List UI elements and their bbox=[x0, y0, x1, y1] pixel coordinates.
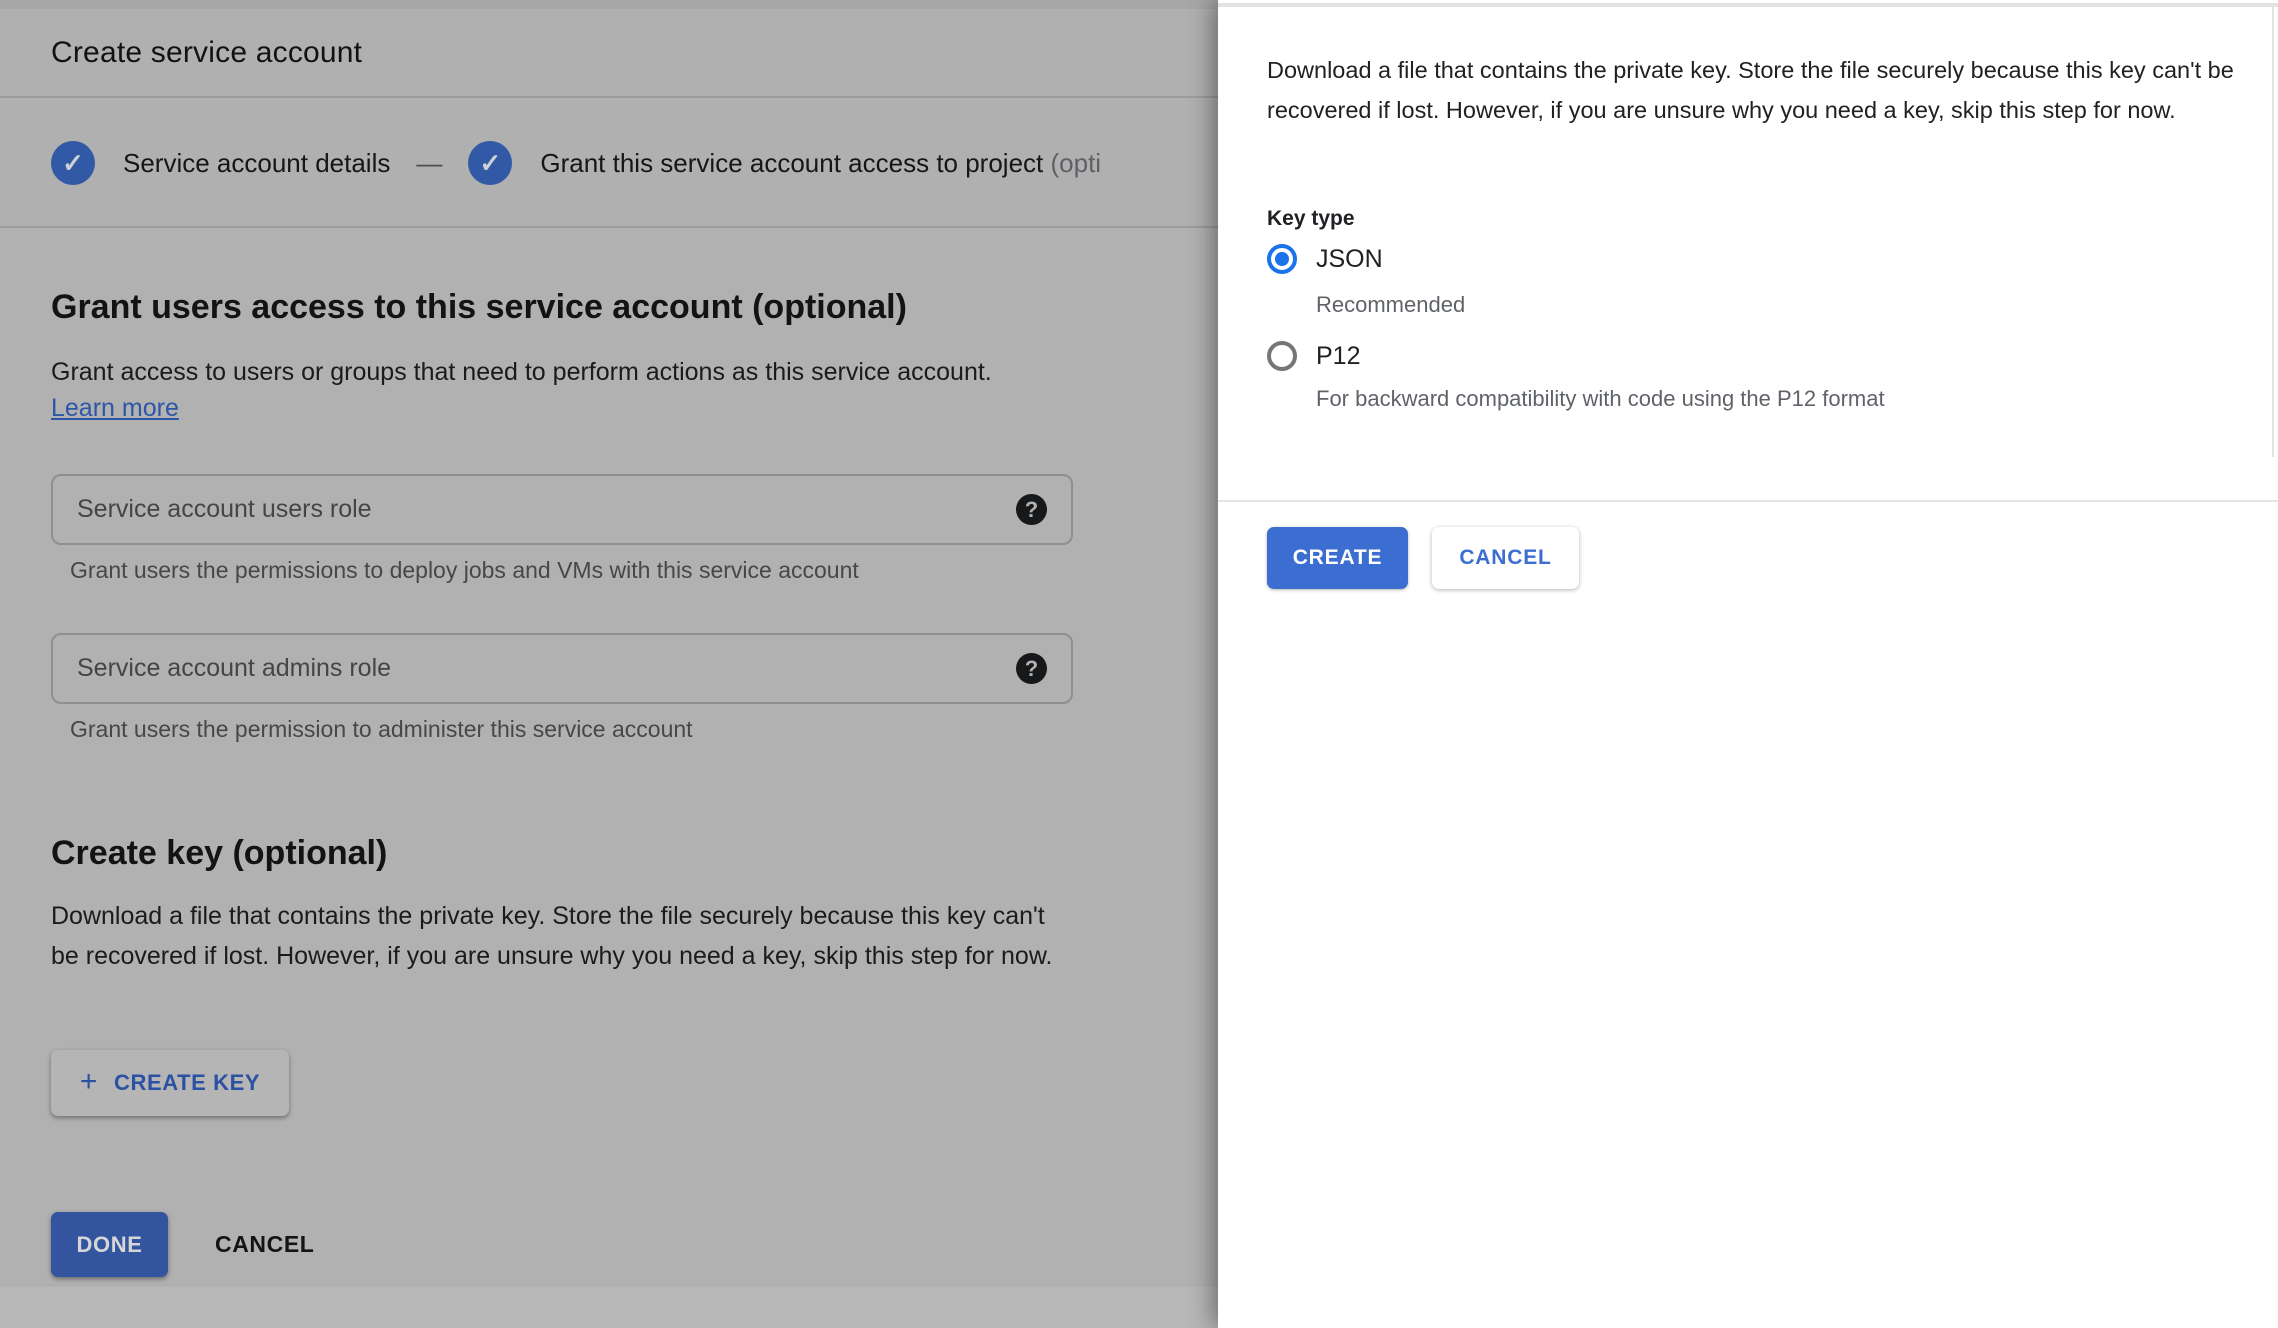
step-grant-access-to-project[interactable]: ✓ Grant this service account access to p… bbox=[468, 141, 1101, 185]
radio-option-p12[interactable]: P12 bbox=[1267, 341, 1360, 371]
create-button-label: CREATE bbox=[1293, 546, 1383, 570]
create-button[interactable]: CREATE bbox=[1267, 527, 1408, 589]
create-key-button[interactable]: + CREATE KEY bbox=[51, 1050, 289, 1116]
key-description: Download a file that contains the privat… bbox=[1267, 50, 2269, 130]
radio-dot bbox=[1275, 252, 1289, 266]
page-bottom-strip bbox=[0, 1285, 1218, 1328]
radio-label-json: JSON bbox=[1316, 245, 1383, 274]
step-complete-icon: ✓ bbox=[51, 141, 95, 185]
panel-cancel-button[interactable]: CANCEL bbox=[1432, 527, 1579, 589]
page-title: Create service account bbox=[51, 36, 362, 70]
create-service-account-screen: Create service account ✓ Service account… bbox=[0, 0, 2278, 1328]
step-complete-icon: ✓ bbox=[468, 141, 512, 185]
create-key-side-panel: Download a file that contains the privat… bbox=[1218, 0, 2278, 1328]
field-placeholder: Service account admins role bbox=[77, 654, 1016, 683]
create-service-account-page-dimmed: Create service account ✓ Service account… bbox=[0, 0, 1218, 1328]
radio-label-p12: P12 bbox=[1316, 342, 1360, 371]
service-account-users-role-field[interactable]: Service account users role ? bbox=[51, 474, 1073, 545]
done-button[interactable]: DONE bbox=[51, 1212, 168, 1277]
service-account-admins-role-field[interactable]: Service account admins role ? bbox=[51, 633, 1073, 704]
radio-unselected-icon[interactable] bbox=[1267, 341, 1297, 371]
grant-users-description: Grant access to users or groups that nee… bbox=[51, 352, 1061, 392]
top-band bbox=[0, 0, 1218, 9]
json-option-description: Recommended bbox=[1316, 292, 1465, 318]
admins-role-helper-text: Grant users the permission to administer… bbox=[70, 716, 693, 743]
panel-top-divider bbox=[1218, 3, 2278, 7]
create-key-heading: Create key (optional) bbox=[51, 834, 387, 873]
step-connector: — bbox=[416, 148, 442, 179]
page-cancel-button[interactable]: CANCEL bbox=[215, 1212, 314, 1277]
check-icon: ✓ bbox=[479, 148, 501, 179]
users-role-helper-text: Grant users the permissions to deploy jo… bbox=[70, 557, 859, 584]
plus-icon: + bbox=[80, 1065, 98, 1099]
stepper: ✓ Service account details — ✓ Grant this… bbox=[0, 100, 1218, 228]
done-button-label: DONE bbox=[77, 1232, 143, 1258]
learn-more-link[interactable]: Learn more bbox=[51, 394, 179, 423]
p12-option-description: For backward compatibility with code usi… bbox=[1316, 386, 1885, 412]
panel-scrollbar-track[interactable] bbox=[2272, 7, 2274, 457]
create-key-button-label: CREATE KEY bbox=[114, 1070, 260, 1096]
step-label-clipped-suffix: (opti bbox=[1051, 148, 1102, 178]
key-type-label: Key type bbox=[1267, 207, 1355, 231]
help-icon[interactable]: ? bbox=[1016, 494, 1047, 525]
step-label: Grant this service account access to pro… bbox=[540, 148, 1101, 179]
grant-users-heading: Grant users access to this service accou… bbox=[51, 288, 907, 327]
step-label: Service account details bbox=[123, 148, 390, 179]
create-key-description: Download a file that contains the privat… bbox=[51, 896, 1056, 976]
radio-selected-icon[interactable] bbox=[1267, 244, 1297, 274]
panel-actions-divider bbox=[1218, 500, 2278, 502]
page-header: Create service account bbox=[0, 9, 1218, 98]
step-service-account-details[interactable]: ✓ Service account details bbox=[51, 141, 390, 185]
panel-cancel-label: CANCEL bbox=[1459, 546, 1551, 570]
field-placeholder: Service account users role bbox=[77, 495, 1016, 524]
check-icon: ✓ bbox=[62, 148, 84, 179]
page-cancel-label: CANCEL bbox=[215, 1231, 314, 1258]
radio-option-json[interactable]: JSON bbox=[1267, 244, 1383, 274]
help-icon[interactable]: ? bbox=[1016, 653, 1047, 684]
